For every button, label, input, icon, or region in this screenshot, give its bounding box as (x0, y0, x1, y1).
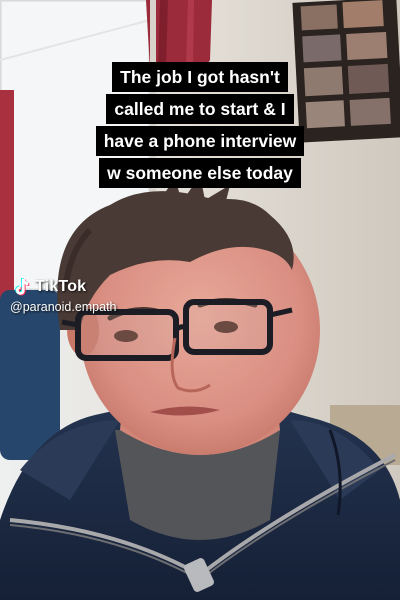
caption-line-2: called me to start & I (106, 94, 294, 124)
tiktok-brand-label: TikTok (35, 278, 87, 295)
caption-line-4: w someone else today (99, 158, 301, 188)
couch-left (0, 290, 60, 460)
caption-overlay: The job I got hasn't called me to start … (0, 62, 400, 188)
tiktok-logo-icon (15, 278, 30, 296)
caption-line-1: The job I got hasn't (112, 62, 288, 92)
creator-handle: @paranoid.empath (10, 300, 117, 314)
caption-line-3: have a phone interview (95, 126, 305, 156)
tiktok-watermark: TikTok @paranoid.empath (10, 276, 117, 314)
